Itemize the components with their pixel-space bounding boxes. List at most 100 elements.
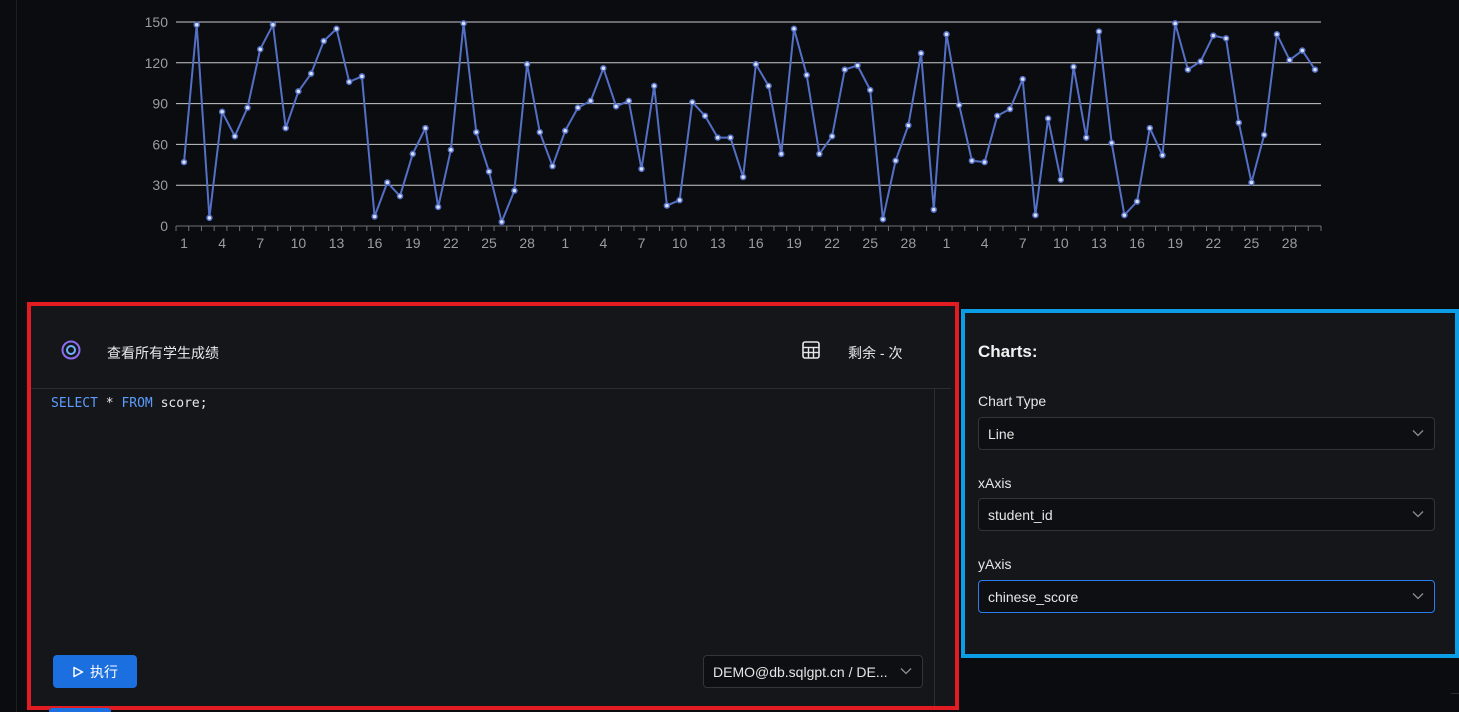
data-point <box>269 21 277 28</box>
data-point <box>625 97 633 105</box>
data-point <box>943 30 950 38</box>
data-point <box>523 60 531 68</box>
query-header: 查看所有学生成绩 剩余 - 次 <box>31 306 951 389</box>
data-point <box>549 162 556 170</box>
y-axis: 0 30 60 90 120 150 <box>145 14 169 234</box>
data-point <box>1133 198 1141 205</box>
query-title: 查看所有学生成绩 <box>107 345 219 361</box>
data-point <box>828 132 836 140</box>
chart-series <box>180 20 1319 226</box>
keyword-select: SELECT <box>51 396 98 411</box>
data-point <box>561 127 569 135</box>
y-tick-label: 90 <box>152 96 168 112</box>
data-point <box>384 179 391 186</box>
data-point <box>1032 211 1039 219</box>
xaxis-value: student_id <box>988 506 1053 523</box>
data-point <box>905 122 912 129</box>
chart-type-select[interactable]: Line <box>978 417 1435 450</box>
data-point <box>460 20 467 27</box>
x-tick-label: 10 <box>291 235 307 251</box>
data-point <box>447 146 455 154</box>
data-point <box>282 124 289 132</box>
x-tick-label: 22 <box>443 235 459 251</box>
chevron-down-icon <box>1412 511 1424 518</box>
run-button[interactable]: 执行 <box>53 655 137 688</box>
data-point <box>1184 66 1192 73</box>
data-point <box>1299 47 1306 54</box>
x-tick-label: 28 <box>901 235 917 251</box>
data-point <box>841 66 849 73</box>
series-line <box>183 22 1316 223</box>
xaxis-select[interactable]: student_id <box>978 498 1435 531</box>
x-tick-label: 25 <box>862 235 878 251</box>
x-tick-label: 19 <box>1167 235 1183 251</box>
y-tick-label: 60 <box>152 136 168 152</box>
data-point <box>244 104 251 111</box>
data-point <box>193 21 200 28</box>
data-point <box>1146 124 1154 132</box>
x-tick-label: 13 <box>1091 235 1107 251</box>
chart-type-value: Line <box>988 425 1015 442</box>
data-point <box>1260 131 1268 139</box>
xaxis-label: xAxis <box>978 475 1012 491</box>
data-point <box>295 88 302 95</box>
data-point <box>1197 58 1204 65</box>
ai-assistant-icon[interactable] <box>61 340 81 360</box>
data-point <box>1019 75 1026 83</box>
x-tick-label: 10 <box>672 235 688 251</box>
x-tick-label: 4 <box>599 235 607 251</box>
data-point <box>1006 105 1014 113</box>
table-icon[interactable] <box>801 340 821 360</box>
data-point <box>256 45 264 53</box>
chevron-down-icon <box>1412 593 1424 600</box>
connection-value: DEMO@db.sqlgpt.cn / DE... <box>713 663 888 680</box>
y-tick-label: 30 <box>152 177 168 193</box>
x-axis: 1 4 7 10 13 16 19 22 25 28 1 4 7 10 13 16 19 22 25 28 1 4 7 10 1… <box>175 226 1322 251</box>
play-icon <box>73 666 84 677</box>
yaxis-label: yAxis <box>978 556 1012 572</box>
data-point <box>485 168 493 175</box>
data-point <box>333 25 340 33</box>
data-point <box>396 192 404 200</box>
data-point <box>206 214 213 222</box>
data-point <box>689 98 696 106</box>
connection-select[interactable]: DEMO@db.sqlgpt.cn / DE... <box>703 655 923 688</box>
x-tick-label: 4 <box>981 235 989 251</box>
chevron-down-icon <box>900 668 912 675</box>
data-point <box>778 150 785 158</box>
x-tick-label: 28 <box>1282 235 1298 251</box>
x-tick-label: 16 <box>1129 235 1145 251</box>
data-point <box>612 103 620 110</box>
y-tick-label: 0 <box>160 218 168 234</box>
y-tick-label: 150 <box>145 14 169 30</box>
code-table: score; <box>152 396 208 411</box>
run-label: 执行 <box>90 663 118 680</box>
yaxis-select[interactable]: chinese_score <box>978 580 1435 613</box>
data-point <box>1273 30 1281 38</box>
x-tick-label: 25 <box>481 235 497 251</box>
data-point <box>1108 139 1115 147</box>
x-tick-label: 13 <box>329 235 345 251</box>
yaxis-value: chinese_score <box>988 588 1079 605</box>
data-point <box>701 112 709 120</box>
data-point <box>917 50 925 57</box>
bottom-button-edge[interactable] <box>49 708 111 712</box>
data-point <box>803 71 810 79</box>
data-point <box>663 202 671 209</box>
chart-type-label: Chart Type <box>978 393 1047 409</box>
divider <box>1451 693 1459 694</box>
x-tick-label: 1 <box>180 235 188 251</box>
data-point <box>1210 32 1217 39</box>
data-point <box>1044 115 1052 122</box>
x-tick-label: 1 <box>943 235 951 251</box>
data-point <box>1095 28 1103 35</box>
data-point <box>854 62 861 69</box>
x-tick-label: 16 <box>748 235 764 251</box>
data-point <box>930 206 938 213</box>
x-tick-label: 13 <box>710 235 726 251</box>
x-tick-label: 1 <box>561 235 569 251</box>
data-point <box>1057 176 1065 184</box>
data-point <box>422 124 429 132</box>
data-point <box>739 173 747 181</box>
data-point <box>1121 211 1128 219</box>
